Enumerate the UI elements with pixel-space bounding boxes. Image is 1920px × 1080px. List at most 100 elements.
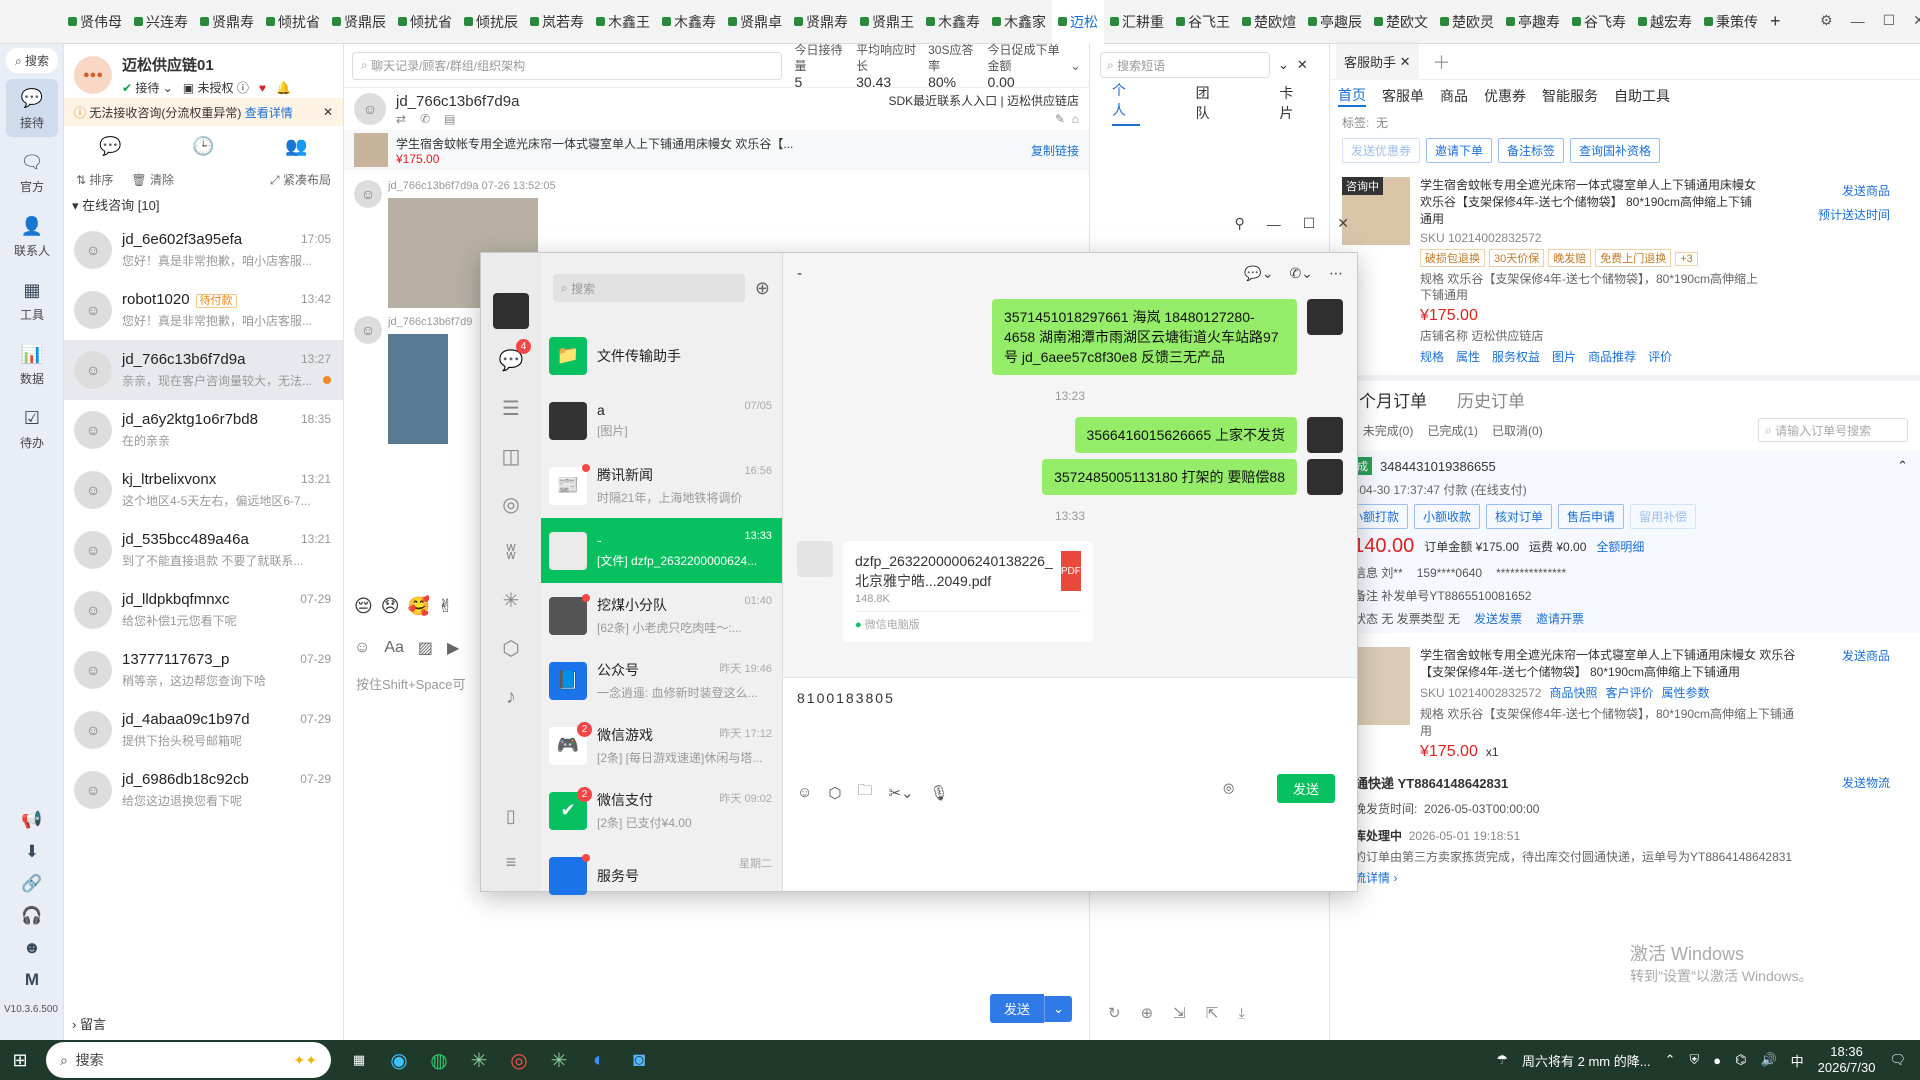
chat-bubble-icon[interactable]: 💬: [99, 136, 121, 157]
edit-icon[interactable]: ✎: [1055, 112, 1065, 126]
conversation-item[interactable]: ☺ 13777117673_p 稍等亲，这边帮您查询下哈 07-29: [64, 640, 343, 700]
jd-service-icon[interactable]: ◙: [619, 1040, 659, 1080]
shop-tab[interactable]: 楚欧文: [1368, 0, 1434, 44]
wechat-input[interactable]: 8100183805: [783, 678, 1357, 718]
send-logistics-button[interactable]: 发送物流: [1842, 774, 1890, 791]
shop-tab[interactable]: 贤鼎王: [854, 0, 920, 44]
music-icon[interactable]: ♪: [481, 673, 541, 721]
online-group-header[interactable]: ▾ 在线咨询 [10]: [64, 192, 343, 220]
headset-icon[interactable]: 🎧: [0, 900, 64, 932]
wechat-chat-item[interactable]: 📁 文件传输助手: [541, 323, 782, 388]
product-link[interactable]: 属性: [1456, 348, 1480, 365]
rail-item-5[interactable]: ☑ 待办: [6, 399, 58, 457]
shop-tab[interactable]: 兴连寿: [128, 0, 194, 44]
rail-item-4[interactable]: 📊 数据: [6, 335, 58, 393]
shield-icon[interactable]: ⛨: [1689, 1052, 1699, 1068]
message-image[interactable]: [388, 334, 448, 444]
order-action-button[interactable]: 售后申请: [1558, 504, 1625, 529]
product-link[interactable]: 商品推荐: [1588, 348, 1636, 365]
refresh-icon[interactable]: ↻: [1108, 1004, 1121, 1022]
shop-tab[interactable]: 楚欧煊: [1236, 0, 1302, 44]
customer-action-button[interactable]: 查询国补资格: [1570, 138, 1661, 163]
product-link[interactable]: 评价: [1648, 348, 1672, 365]
assistant-nav-item[interactable]: 首页: [1338, 85, 1366, 107]
send-button[interactable]: 发送: [990, 994, 1045, 1023]
shop-tab[interactable]: 汇耕重: [1104, 0, 1170, 44]
phrase-tab[interactable]: 卡片: [1279, 83, 1307, 123]
contacts-icon[interactable]: ☰: [481, 385, 541, 433]
taskbar-search-input[interactable]: ⌕ 搜索 ✦✦: [46, 1042, 331, 1078]
conversation-item[interactable]: ☺ jd_766c13b6f7d9a 亲亲，现在客户咨询量较大，无法... 13:27: [64, 340, 343, 400]
phrase-tab[interactable]: 团队: [1196, 83, 1224, 123]
layout-button[interactable]: ⤢ 紧凑布局: [270, 171, 331, 188]
item-link[interactable]: 属性参数: [1661, 684, 1709, 701]
shop-tab[interactable]: 贤鼎寿: [194, 0, 260, 44]
clear-button[interactable]: 🗑 清除: [131, 171, 174, 188]
shop-tab[interactable]: 贤鼎辰: [326, 0, 392, 44]
store-icon[interactable]: ⌂: [1072, 112, 1079, 126]
amount-detail-link[interactable]: 全额明细: [1596, 538, 1644, 555]
wechat-search-input[interactable]: ⌕ 搜索: [553, 274, 745, 302]
emoji-quick-row[interactable]: 😔😞🥰✌: [354, 596, 461, 617]
conversation-item[interactable]: ☺ jd_535bcc489a46a 到了不能直接退款 不要了就联系... 13:21: [64, 520, 343, 580]
item-link[interactable]: 商品快照: [1549, 684, 1597, 701]
message-bubble[interactable]: 3566416015626665 上家不发货: [1074, 417, 1297, 453]
customer-action-button[interactable]: 备注标签: [1498, 138, 1565, 163]
moments-icon[interactable]: ◎: [481, 481, 541, 529]
message-bubble[interactable]: 3571451018297661 海岚 18480127280-4658 湖南湘…: [992, 299, 1297, 375]
netease-icon[interactable]: ◎: [499, 1040, 539, 1080]
minimize-icon[interactable]: —: [1851, 13, 1865, 29]
shop-tab[interactable]: 楚欧灵: [1434, 0, 1500, 44]
conversation-item[interactable]: ☺ jd_lldpkbqfmnxc 给您补偿1元您看下呢 07-29: [64, 580, 343, 640]
channels-icon[interactable]: ʬ: [481, 529, 541, 577]
shop-tab[interactable]: 亭趣辰: [1302, 0, 1368, 44]
close-icon[interactable]: ✕: [1913, 12, 1920, 29]
order-action-button[interactable]: 小额收款: [1414, 504, 1481, 529]
shop-tab[interactable]: 木鑫家: [986, 0, 1052, 44]
collapse-icon[interactable]: ⌄: [1278, 57, 1289, 73]
robot-icon[interactable]: ☻: [0, 932, 64, 964]
wechat-chat-item[interactable]: 📘 公众号 一念逍遥: 血修新时装登这么... 昨天 19:46: [541, 648, 782, 713]
sticker-icon[interactable]: ⬡: [828, 784, 841, 802]
tray-up-icon[interactable]: ⌃: [1665, 1052, 1676, 1068]
leave-message-section[interactable]: › 留言: [72, 1014, 106, 1033]
emoji-icon[interactable]: ☺: [354, 639, 370, 657]
warning-detail-link[interactable]: 查看详情: [245, 104, 293, 121]
wechat-chat-item[interactable]: 挖煤小分队 [62条] 小老虎只吃肉哇～:... 01:40: [541, 583, 782, 648]
wechat-chat-item[interactable]: - [文件] dzfp_2632200000624... 13:33: [541, 518, 782, 583]
conversation-item[interactable]: ☺ robot1020 待付款 您好！真是非常抱歉，咱小店客服... 13:42: [64, 280, 343, 340]
wechat-chat-item[interactable]: 📰 腾讯新闻 时隔21年，上海地铁将调价 16:56: [541, 453, 782, 518]
task-view-icon[interactable]: ▦: [339, 1040, 379, 1080]
shop-tab[interactable]: 秉策传: [1698, 0, 1764, 44]
shop-tab[interactable]: 倾扰辰: [458, 0, 524, 44]
chevron-down-icon[interactable]: ⌄: [1070, 58, 1081, 74]
shop-tab[interactable]: 木鑫寿: [920, 0, 986, 44]
export-icon[interactable]: ⇱: [1206, 1004, 1219, 1022]
pin-icon[interactable]: ⚲: [1234, 215, 1244, 232]
customer-action-button[interactable]: 发送优惠券: [1342, 138, 1421, 163]
conversation-item[interactable]: ☺ kj_ltrbelixvonx 这个地区4-5天左右，偏远地区6-7... 13:…: [64, 460, 343, 520]
rail-item-3[interactable]: ▦ 工具: [6, 271, 58, 329]
close-icon[interactable]: ✕: [323, 105, 333, 119]
browser-icon[interactable]: ◐: [579, 1040, 619, 1080]
auth-status[interactable]: ▣ 未授权 ⓘ: [183, 79, 249, 96]
shop-tab[interactable]: 贤伟母: [62, 0, 128, 44]
sdk-contacts-link[interactable]: SDK最近联系人入口: [889, 94, 998, 108]
item-link[interactable]: 客户评价: [1605, 684, 1653, 701]
voice-icon[interactable]: 🎙: [930, 784, 949, 802]
download-icon[interactable]: ⬇: [0, 836, 64, 868]
call-icon[interactable]: ✆⌄: [1290, 265, 1313, 282]
discover-icon[interactable]: ✳: [481, 577, 541, 625]
add-icon[interactable]: ⊕: [755, 278, 770, 299]
app-icon[interactable]: ✳: [539, 1040, 579, 1080]
sort-button[interactable]: ⇅ 排序: [76, 171, 113, 188]
phrase-search-input[interactable]: ⌕ 搜索短语: [1100, 52, 1270, 78]
edge-icon[interactable]: ◉: [379, 1040, 419, 1080]
product-link[interactable]: 规格: [1420, 348, 1444, 365]
customer-action-button[interactable]: 邀请下单: [1426, 138, 1493, 163]
close-icon[interactable]: ✕: [1337, 215, 1349, 232]
scissors-icon[interactable]: ✂⌄: [888, 784, 913, 802]
import-icon[interactable]: ⇲: [1173, 1004, 1186, 1022]
settings-icon[interactable]: ⚙: [1820, 12, 1833, 29]
shop-tab[interactable]: 倾扰省: [392, 0, 458, 44]
